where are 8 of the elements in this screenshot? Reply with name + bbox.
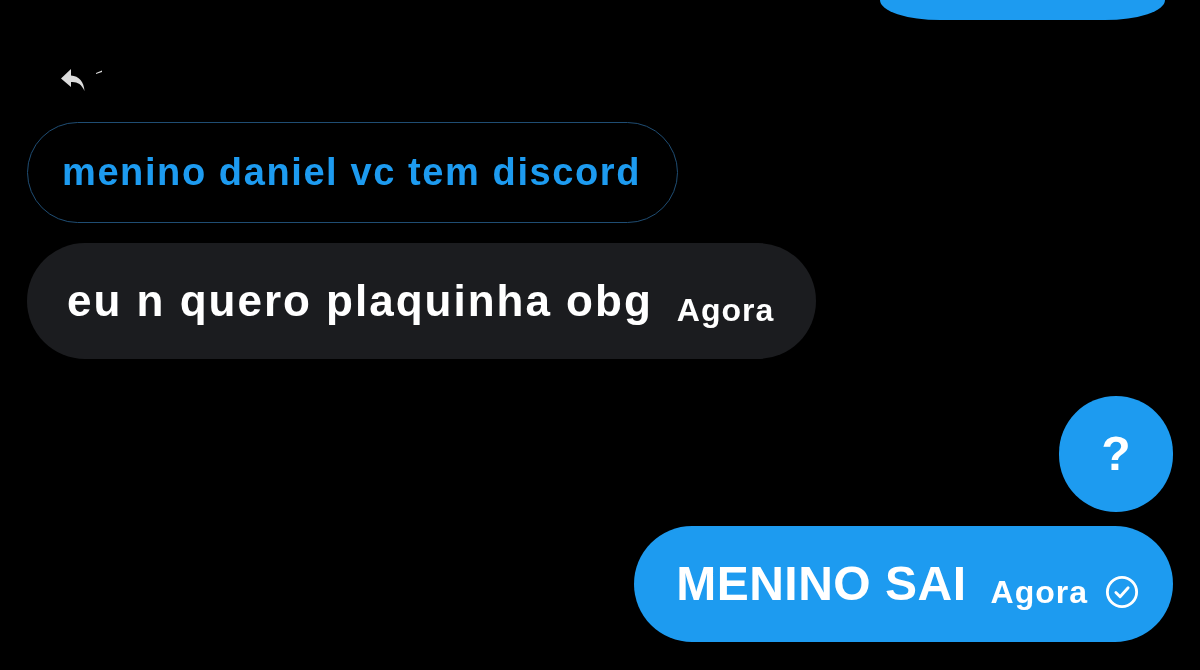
message-bubble[interactable]: eu n quero plaquinha obg Agora — [27, 243, 817, 359]
message-text: MENINO SAI — [676, 559, 967, 609]
message-time: Agora — [990, 576, 1088, 608]
message-text: eu n quero plaquinha obg — [67, 276, 653, 326]
message-text: ? — [1101, 429, 1131, 479]
dash-icon — [96, 70, 102, 74]
message-time: Agora — [676, 294, 775, 326]
reply-arrow-icon — [60, 68, 86, 92]
